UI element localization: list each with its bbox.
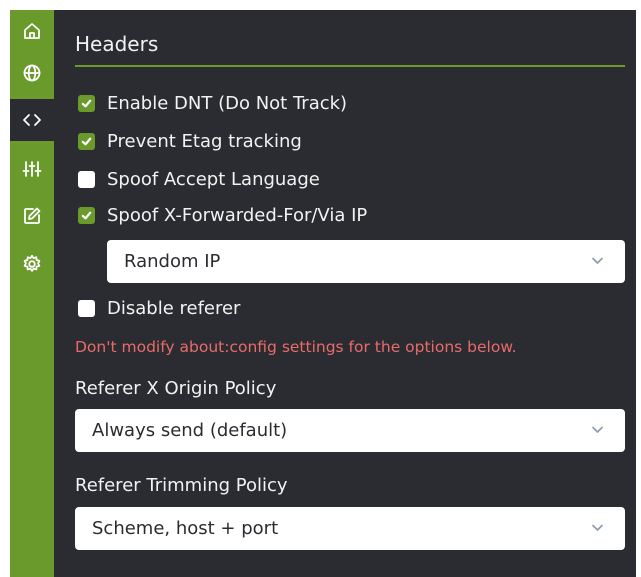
chevron-down-icon	[592, 426, 603, 433]
referer-x-origin-label: Referer X Origin Policy	[75, 378, 277, 399]
option-prevent-etag[interactable]: Prevent Etag tracking	[78, 128, 302, 154]
sidebar-item-global[interactable]	[10, 52, 54, 94]
referer-x-origin-select[interactable]: Always send (default)	[75, 409, 625, 452]
option-enable-dnt[interactable]: Enable DNT (Do Not Track)	[78, 90, 347, 116]
globe-icon	[23, 64, 41, 82]
check-icon	[81, 99, 92, 107]
dnt-label: Enable DNT (Do Not Track)	[107, 92, 348, 114]
sidebar-item-home[interactable]	[10, 10, 54, 52]
option-spoof-accept-language[interactable]: Spoof Accept Language	[78, 166, 320, 192]
accept-language-label: Spoof Accept Language	[107, 168, 320, 190]
referer-trimming-label: Referer Trimming Policy	[75, 475, 288, 496]
code-icon	[23, 114, 41, 126]
config-warning: Don't modify about:config settings for t…	[75, 338, 517, 356]
sidebar-item-settings[interactable]	[10, 243, 54, 285]
ip-select-value: Random IP	[124, 251, 221, 272]
chevron-down-icon	[592, 524, 603, 531]
settings-window: Headers Enable DNT (Do Not Track) Preven…	[10, 10, 636, 577]
etag-checkbox[interactable]	[78, 132, 95, 150]
referer-trimming-value: Scheme, host + port	[92, 518, 279, 539]
dnt-checkbox[interactable]	[78, 94, 95, 112]
chevron-down-icon	[592, 257, 603, 264]
edit-icon	[24, 207, 41, 224]
xff-label: Spoof X-Forwarded-For/Via IP	[107, 204, 368, 226]
check-icon	[81, 137, 92, 145]
accept-language-checkbox[interactable]	[78, 170, 95, 188]
section-divider	[75, 65, 625, 67]
xff-checkbox[interactable]	[78, 206, 95, 224]
sidebar-item-headers[interactable]	[10, 99, 54, 141]
sliders-icon	[22, 161, 42, 177]
sidebar	[10, 10, 54, 577]
referer-x-origin-value: Always send (default)	[92, 420, 288, 441]
sidebar-item-edit[interactable]	[10, 195, 54, 237]
etag-label: Prevent Etag tracking	[107, 130, 302, 152]
ip-select[interactable]: Random IP	[107, 240, 625, 283]
sidebar-item-options[interactable]	[10, 148, 54, 190]
option-disable-referer[interactable]: Disable referer	[78, 295, 240, 321]
gear-icon	[23, 254, 41, 272]
option-spoof-xff[interactable]: Spoof X-Forwarded-For/Via IP	[78, 202, 367, 228]
disable-referer-label: Disable referer	[107, 297, 241, 319]
home-icon	[24, 23, 40, 39]
headers-panel: Headers Enable DNT (Do Not Track) Preven…	[54, 10, 636, 577]
disable-referer-checkbox[interactable]	[78, 299, 95, 317]
referer-trimming-select[interactable]: Scheme, host + port	[75, 507, 625, 550]
section-title: Headers	[75, 32, 159, 56]
check-icon	[81, 211, 92, 219]
